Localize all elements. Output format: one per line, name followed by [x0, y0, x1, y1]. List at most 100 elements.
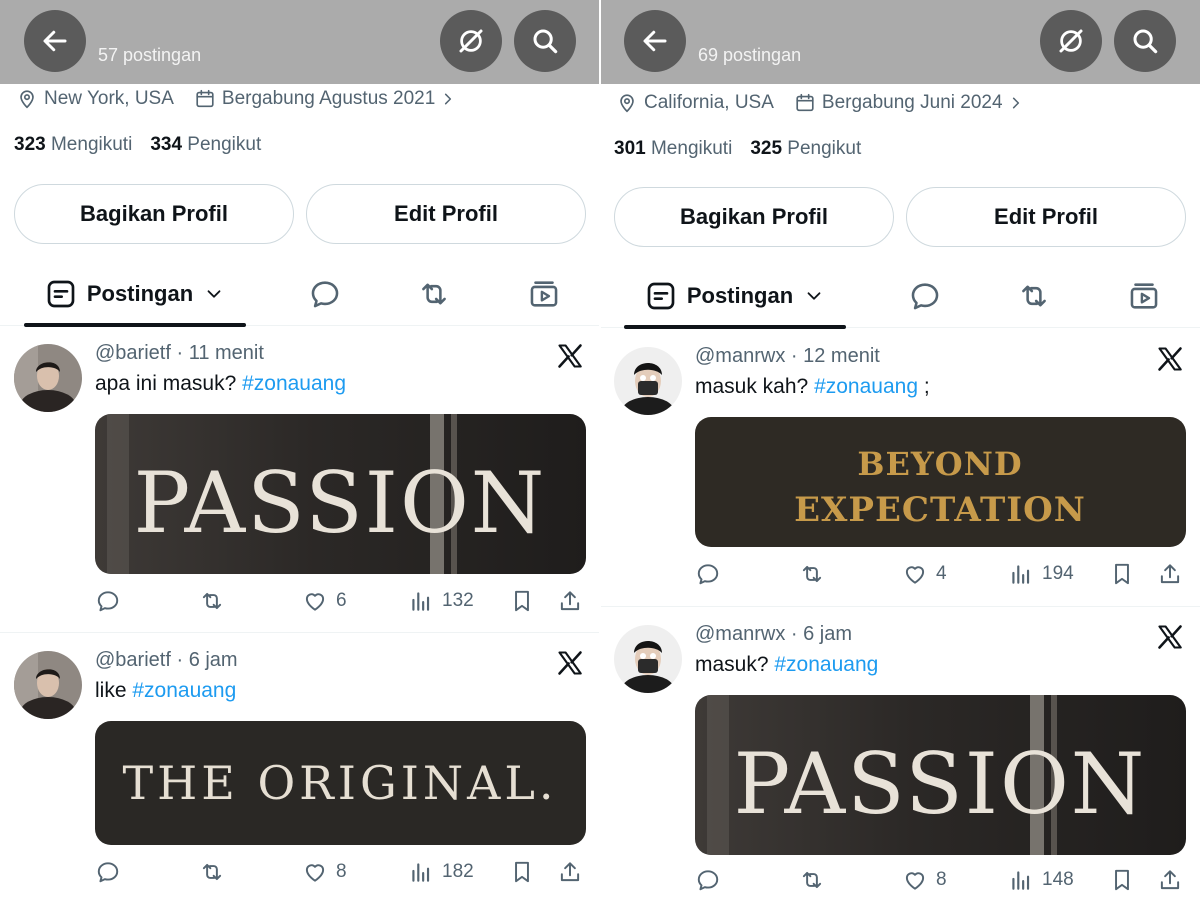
- edit-profile-button[interactable]: Edit Profil: [906, 187, 1186, 247]
- search-icon: [1130, 26, 1160, 56]
- views-icon: [408, 588, 434, 614]
- location-pin-icon: [616, 92, 638, 114]
- like-button[interactable]: 4: [902, 557, 947, 591]
- post-handle[interactable]: @manrwx: [695, 623, 785, 645]
- tab-media[interactable]: [524, 274, 564, 314]
- following-link[interactable]: 301 Mengikuti: [614, 138, 732, 159]
- followers-label: Pengikut: [187, 134, 262, 155]
- avatar[interactable]: [614, 347, 682, 415]
- media-tab-icon: [1127, 279, 1161, 313]
- tab-posts-label: Postingan: [86, 281, 194, 306]
- post-body: masuk kah?: [695, 375, 815, 398]
- share-button[interactable]: [557, 584, 583, 618]
- post-time: 6 jam: [803, 623, 853, 645]
- hashtag-link[interactable]: #zonauang: [242, 372, 346, 395]
- join-date[interactable]: Bergabung Agustus 2021: [194, 88, 455, 110]
- hashtag-link[interactable]: #zonauang: [774, 653, 878, 676]
- edit-profile-button[interactable]: Edit Profil: [306, 184, 586, 244]
- tab-posts-label: Postingan: [686, 283, 794, 308]
- like-button[interactable]: 8: [902, 863, 947, 897]
- reply-button[interactable]: [95, 584, 121, 618]
- back-button[interactable]: [624, 10, 686, 72]
- tab-posts[interactable]: Postingan: [24, 262, 246, 326]
- x-logo-icon: [556, 342, 584, 370]
- post-image[interactable]: PASSION: [95, 414, 586, 574]
- bookmark-button[interactable]: [1109, 863, 1135, 897]
- view-count: 148: [1042, 869, 1074, 890]
- post-image[interactable]: BEYOND EXPECTATION: [695, 417, 1186, 547]
- repost-icon: [799, 867, 825, 893]
- join-date[interactable]: Bergabung Juni 2024: [794, 92, 1023, 114]
- followers-link[interactable]: 334 Pengikut: [150, 134, 261, 155]
- search-button[interactable]: [1114, 10, 1176, 72]
- like-button[interactable]: 8: [302, 855, 347, 889]
- post[interactable]: @manrwx · 12 menit masuk kah? #zonauang …: [600, 329, 1200, 606]
- repost-button[interactable]: [799, 863, 825, 897]
- post-separator: ·: [176, 342, 184, 364]
- calendar-icon: [194, 88, 216, 110]
- post-handle[interactable]: @manrwx: [695, 345, 785, 367]
- followers-count: 334: [150, 134, 183, 155]
- search-button[interactable]: [514, 10, 576, 72]
- following-link[interactable]: 323 Mengikuti: [14, 134, 132, 155]
- tab-reposts[interactable]: [414, 274, 454, 314]
- repost-button[interactable]: [799, 557, 825, 591]
- panel-divider: [599, 0, 601, 900]
- tab-reposts[interactable]: [1014, 276, 1054, 316]
- post-actions: 4 194: [695, 557, 1190, 591]
- views-button[interactable]: 132: [408, 584, 474, 618]
- post-body: like: [95, 679, 133, 702]
- views-button[interactable]: 194: [1008, 557, 1074, 591]
- post[interactable]: @barietf · 6 jam like #zonauang THE ORIG…: [0, 632, 600, 900]
- views-button[interactable]: 182: [408, 855, 474, 889]
- tab-replies[interactable]: [305, 274, 345, 314]
- like-button[interactable]: 6: [302, 584, 347, 618]
- posts-tab-icon: [645, 280, 677, 312]
- bookmark-button[interactable]: [509, 855, 535, 889]
- reply-button[interactable]: [695, 863, 721, 897]
- profile-tabs: Postingan: [0, 262, 600, 327]
- avatar[interactable]: [614, 625, 682, 693]
- post-image[interactable]: PASSION: [695, 695, 1186, 855]
- avatar[interactable]: [14, 344, 82, 412]
- reply-button[interactable]: [695, 557, 721, 591]
- hashtag-link[interactable]: #zonauang: [814, 375, 918, 398]
- share-profile-button[interactable]: Bagikan Profil: [14, 184, 294, 244]
- post-separator: ·: [790, 345, 798, 367]
- share-button[interactable]: [1157, 863, 1183, 897]
- grok-button[interactable]: [440, 10, 502, 72]
- tab-replies[interactable]: [905, 276, 945, 316]
- post-handle[interactable]: @barietf: [95, 649, 171, 671]
- reply-icon: [695, 867, 721, 893]
- back-button[interactable]: [24, 10, 86, 72]
- grok-button[interactable]: [1040, 10, 1102, 72]
- post-body: apa ini masuk?: [95, 372, 243, 395]
- post[interactable]: @barietf · 11 menit apa ini masuk? #zona…: [0, 326, 600, 632]
- post[interactable]: @manrwx · 6 jam masuk? #zonauang PASSION…: [600, 606, 1200, 900]
- repost-button[interactable]: [199, 855, 225, 889]
- post-handle[interactable]: @barietf: [95, 342, 171, 364]
- reply-button[interactable]: [95, 855, 121, 889]
- followers-link[interactable]: 325 Pengikut: [750, 138, 861, 159]
- reply-icon: [695, 561, 721, 587]
- post-image[interactable]: THE ORIGINAL.: [95, 721, 586, 845]
- hashtag-link[interactable]: #zonauang: [132, 679, 236, 702]
- bookmark-button[interactable]: [509, 584, 535, 618]
- bookmark-icon: [1109, 561, 1135, 587]
- share-button[interactable]: [557, 855, 583, 889]
- reposts-tab-icon: [1017, 279, 1051, 313]
- bookmark-button[interactable]: [1109, 557, 1135, 591]
- post-separator: ·: [790, 623, 798, 645]
- like-count: 4: [936, 563, 947, 584]
- share-button[interactable]: [1157, 557, 1183, 591]
- views-button[interactable]: 148: [1008, 863, 1074, 897]
- tab-media[interactable]: [1124, 276, 1164, 316]
- repost-button[interactable]: [199, 584, 225, 618]
- profile-panel-left: 57 postingan New York, USA Bergabung Agu…: [0, 0, 600, 900]
- like-count: 8: [936, 869, 947, 890]
- avatar[interactable]: [14, 651, 82, 719]
- share-profile-button[interactable]: Bagikan Profil: [614, 187, 894, 247]
- tab-posts[interactable]: Postingan: [624, 264, 846, 328]
- location: California, USA: [616, 92, 774, 114]
- share-icon: [1157, 561, 1183, 587]
